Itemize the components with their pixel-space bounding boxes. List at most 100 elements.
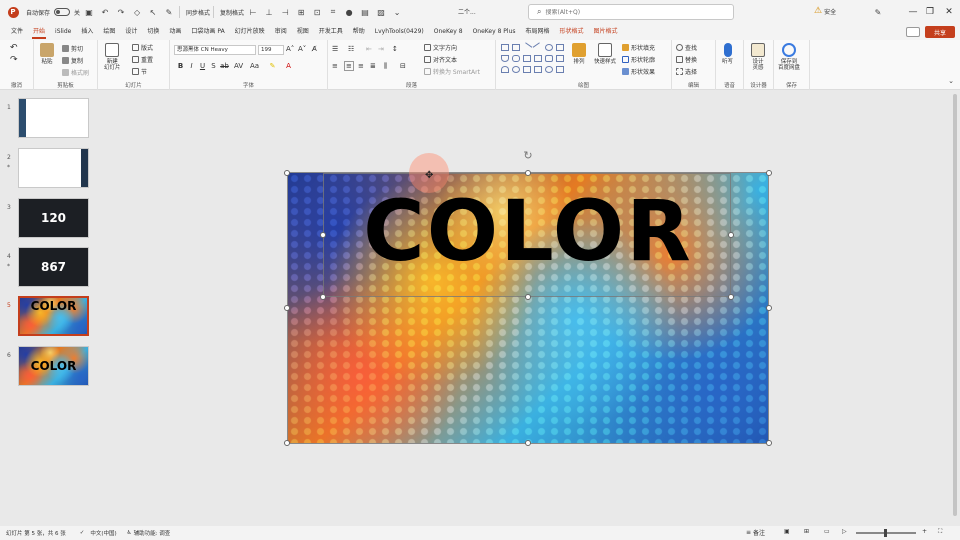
resize-handle[interactable]	[766, 170, 772, 176]
tab-home[interactable]: 开始	[28, 25, 50, 39]
shape-rect-icon[interactable]	[501, 44, 509, 51]
comment-icon[interactable]	[906, 27, 920, 37]
slide-thumbnail-row[interactable]: 2 *	[0, 148, 98, 192]
bullets-icon[interactable]: ☰	[332, 45, 338, 53]
align-right-icon[interactable]: ⊣	[278, 5, 292, 19]
text-box-icon[interactable]: ▤	[358, 5, 372, 19]
slide-canvas[interactable]: COLOR	[288, 173, 768, 443]
save-icon[interactable]: ▣	[82, 5, 96, 19]
undo-icon[interactable]: ↶	[98, 5, 112, 19]
shape-curve2-icon[interactable]	[545, 66, 553, 73]
dictate-button[interactable]: 听写	[722, 43, 733, 65]
shape-line-icon[interactable]	[521, 42, 533, 53]
new-slide-button[interactable]: 新建 幻灯片	[104, 43, 121, 71]
resize-handle[interactable]	[284, 440, 290, 446]
italic-icon[interactable]: I	[187, 62, 196, 70]
fit-to-window-icon[interactable]: ⛶	[938, 528, 942, 536]
text-box-handle[interactable]	[728, 294, 734, 300]
slide-thumbnail-row[interactable]: 5 COLOR	[0, 296, 98, 340]
shape-outline-button[interactable]: 形状轮廓	[622, 55, 655, 64]
zoom-in-icon[interactable]: +	[922, 528, 927, 535]
pointer-icon[interactable]: ↖	[146, 5, 160, 19]
font-name-select[interactable]: 思源黑体 CN Heavy	[174, 45, 256, 55]
numbering-icon[interactable]: ☷	[348, 45, 354, 53]
arrange-button[interactable]: 排列	[572, 43, 586, 65]
slide-thumbnail[interactable]	[18, 148, 89, 188]
clear-format-icon[interactable]: A̸	[312, 45, 317, 53]
increase-font-icon[interactable]: A˄	[286, 45, 294, 53]
smartart-button[interactable]: 转换为 SmartArt	[424, 67, 480, 76]
search-input[interactable]	[545, 8, 716, 16]
tab-view[interactable]: 视图	[292, 25, 314, 39]
slide-thumbnail[interactable]: 120	[18, 198, 89, 238]
slide-thumbnail-row[interactable]: 4 * 867	[0, 247, 98, 291]
save-to-cloud-button[interactable]: 保存到 百度网盘	[778, 43, 800, 71]
tab-insert[interactable]: 插入	[76, 25, 98, 39]
search-box[interactable]: ⌕	[528, 4, 734, 20]
zoom-slider-knob[interactable]	[884, 529, 887, 537]
align-right-para-icon[interactable]: ≡	[358, 62, 364, 70]
resize-handle[interactable]	[284, 170, 290, 176]
cut-button[interactable]: 剪切	[62, 44, 83, 53]
shape-rect2-icon[interactable]	[512, 44, 520, 51]
distributed-icon[interactable]: ⊟	[400, 62, 406, 70]
security-warning[interactable]: ⚠ 安全	[814, 6, 836, 16]
resize-handle[interactable]	[766, 305, 772, 311]
accessibility-label[interactable]: 辅助功能: 调查	[134, 529, 171, 537]
find-button[interactable]: 查找	[676, 43, 697, 52]
font-size-select[interactable]: 199	[258, 45, 284, 55]
close-icon[interactable]: ✕	[934, 0, 960, 24]
shape-wave-icon[interactable]	[512, 66, 520, 73]
select-button[interactable]: 选择	[676, 67, 697, 76]
slide-thumbnail-selected[interactable]: COLOR	[18, 296, 89, 336]
language-label[interactable]: 中文(中国)	[90, 529, 116, 537]
align-text-button[interactable]: 对齐文本	[424, 55, 457, 64]
quick-tool-1[interactable]: 同步格式	[186, 8, 210, 17]
align-center-para-icon[interactable]: ≡	[344, 61, 354, 71]
pen-icon[interactable]: ✎	[870, 4, 886, 20]
collapse-ribbon-icon[interactable]: ⌄	[948, 77, 954, 85]
shape-fill-button[interactable]: 形状填充	[622, 43, 655, 52]
font-color-icon[interactable]: A	[284, 62, 293, 70]
reset-button[interactable]: 重置	[132, 55, 153, 64]
strikethrough-icon[interactable]: ab	[220, 62, 229, 70]
increase-indent-icon[interactable]: ⇥	[378, 45, 384, 53]
line-spacing-icon[interactable]: ↕	[392, 45, 398, 53]
shape-arrow-icon[interactable]	[523, 55, 531, 62]
format-painter-button[interactable]: 格式刷	[62, 68, 89, 77]
slide-thumbnail-row[interactable]: 6 COLOR	[0, 346, 98, 390]
copy-button[interactable]: 复制	[62, 56, 83, 65]
shape-more-icon[interactable]	[556, 66, 564, 73]
document-title[interactable]: 二个...	[458, 7, 476, 16]
reading-view-icon[interactable]: ▭	[824, 528, 830, 535]
redo-icon[interactable]: ↷	[114, 5, 128, 19]
shape-bracket-icon[interactable]	[523, 66, 531, 73]
distribute-icon[interactable]: ⊞	[294, 5, 308, 19]
shape-rect3-icon[interactable]	[556, 44, 564, 51]
tab-onekey-plus[interactable]: OneKey 8 Plus	[468, 25, 521, 39]
quick-styles-button[interactable]: 快速样式	[594, 43, 616, 65]
shape-gallery[interactable]	[500, 42, 566, 75]
shape-round-rect-icon[interactable]	[512, 55, 520, 62]
slide-thumbnail[interactable]	[18, 98, 89, 138]
align-left-icon[interactable]: ⊢	[246, 5, 260, 19]
quick-tool-2[interactable]: 复制格式	[220, 8, 244, 17]
shape-brace-icon[interactable]	[556, 55, 564, 62]
tab-shape-format[interactable]: 形状格式	[555, 25, 589, 39]
format-painter-quick-icon[interactable]: ✎	[162, 5, 176, 19]
crop-icon[interactable]: ⌗	[326, 5, 340, 19]
picture-icon[interactable]: ▨	[374, 5, 388, 19]
resize-handle[interactable]	[525, 440, 531, 446]
slide-thumbnail[interactable]: 867	[18, 247, 89, 287]
shape-curve-icon[interactable]	[501, 66, 509, 73]
autosave-toggle[interactable]	[54, 8, 71, 16]
shape-bracket2-icon[interactable]	[534, 66, 542, 73]
resize-handle[interactable]	[525, 170, 531, 176]
more-icon[interactable]: ⌄	[390, 5, 404, 19]
shape-star-icon[interactable]	[545, 55, 553, 62]
replace-button[interactable]: 替换	[676, 55, 697, 64]
zoom-slider[interactable]	[856, 529, 916, 537]
slide-thumbnail-row[interactable]: 3 120	[0, 198, 98, 242]
shape-triangle-icon[interactable]	[501, 55, 509, 62]
tab-review[interactable]: 审阅	[270, 25, 292, 39]
